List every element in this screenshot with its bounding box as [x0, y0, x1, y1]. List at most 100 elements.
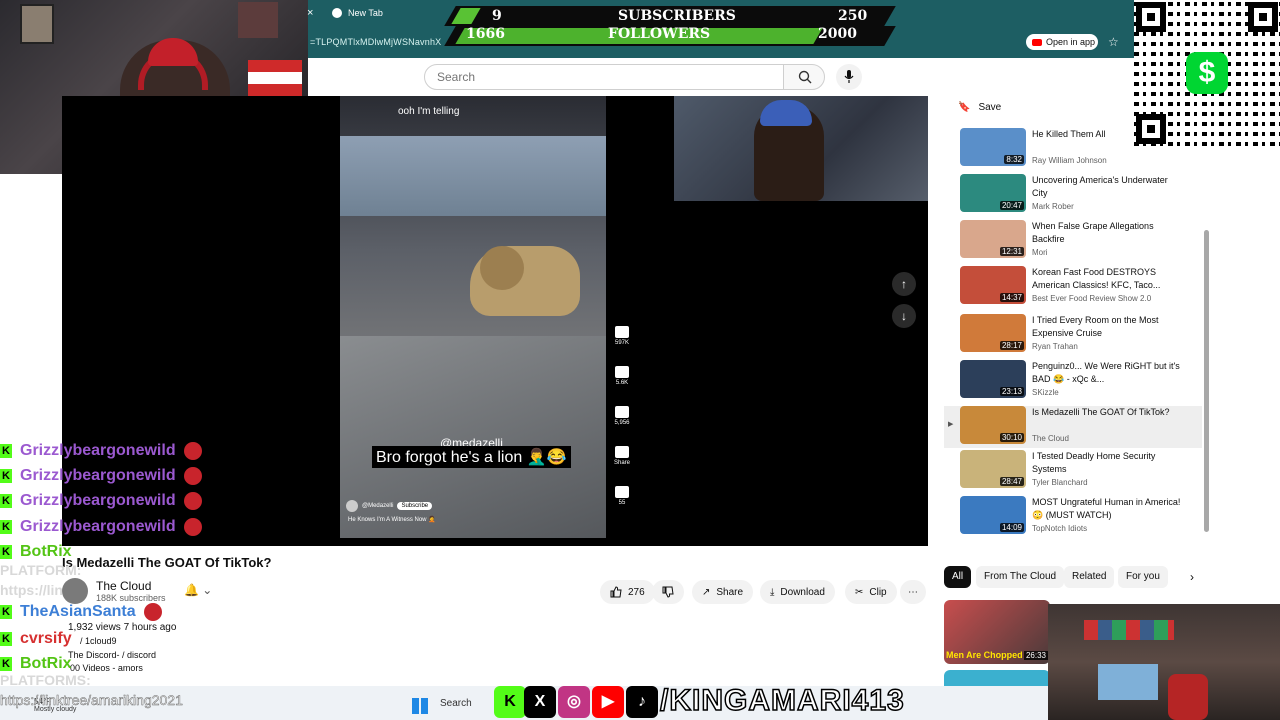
- video-duration: 20:47: [999, 201, 1024, 210]
- short-subscribe: Subscribe: [397, 502, 433, 510]
- video-title: Korean Fast Food DESTROYS American Class…: [1032, 267, 1161, 290]
- short-remix: 55: [610, 486, 634, 506]
- description-link[interactable]: The Discord- / discord: [68, 650, 156, 660]
- thumbnail-caption: Men Are Chopped: [946, 650, 1023, 660]
- chip-related[interactable]: Related: [1064, 566, 1115, 588]
- recommended-video[interactable]: 20:47 Uncovering America's Underwater Cit…: [960, 174, 1204, 216]
- wall-picture: [20, 4, 54, 44]
- windows-start-icon[interactable]: [412, 698, 428, 714]
- recommended-video[interactable]: 23:13 Penguinz0... We Were RiGHT but it's…: [960, 360, 1204, 402]
- followers-goal: 2000: [818, 26, 857, 42]
- video-thumbnail[interactable]: Men Are Chopped 26:33: [944, 600, 1050, 664]
- kick-badge-icon: K: [0, 632, 12, 646]
- short-description: He Knows I'm A Witness Now 🤦: [348, 517, 436, 523]
- share-icon: [615, 446, 629, 458]
- video-duration: 8:32: [1004, 155, 1024, 164]
- thumbs-down-icon: [615, 366, 629, 378]
- recommended-video[interactable]: ▶ 30:10 Is Medazelli The GOAT Of TikTok? Th…: [944, 406, 1202, 448]
- short-channel-name: @Medazelli: [362, 503, 394, 509]
- scrollbar[interactable]: [1204, 230, 1209, 532]
- chat-username: cvrsify: [20, 630, 72, 647]
- kick-badge-icon: K: [0, 605, 12, 619]
- short-comments: 5,956: [610, 406, 634, 426]
- chat-username: Grizzlybeargonewild: [20, 492, 176, 509]
- thumbnail-duration: 26:33: [1023, 651, 1048, 660]
- sub-goal-banner: 9 SUBSCRIBERS 250 1666 FOLLOWERS 2000: [444, 4, 900, 46]
- youtube-icon: [1032, 38, 1042, 46]
- kick-badge-icon: K: [0, 444, 12, 458]
- chat-username: TheAsianSanta: [20, 603, 136, 620]
- download-label: Download: [780, 586, 825, 598]
- channel-name: Tyler Blanchard: [1032, 478, 1088, 487]
- share-label: Share: [716, 586, 744, 598]
- share-icon: ↗: [702, 586, 711, 598]
- qr-finder: [1136, 2, 1166, 32]
- previous-video-button[interactable]: ↑: [892, 272, 916, 296]
- durag: [760, 100, 812, 126]
- followers-label: FOLLOWERS: [608, 26, 711, 42]
- chat-username: Grizzlybeargonewild: [20, 467, 176, 484]
- recommended-video[interactable]: 28:47 I Tested Deadly Home Security Syste…: [960, 450, 1204, 492]
- video-title: Is Medazelli The GOAT Of TikTok?: [62, 555, 272, 570]
- taskbar-search[interactable]: Search: [440, 698, 472, 709]
- video-thumbnail: 23:13: [960, 360, 1026, 398]
- close-tab-icon[interactable]: ×: [307, 7, 313, 19]
- chevron-right-icon[interactable]: ›: [1190, 570, 1194, 584]
- recommended-video[interactable]: 14:37 Korean Fast Food DESTROYS American …: [960, 266, 1204, 308]
- chat-message: K Grizzlybeargonewild: [0, 465, 202, 487]
- video-thumbnail: 30:10: [960, 406, 1026, 444]
- bell-icon[interactable]: 🔔 ⌄: [184, 583, 212, 597]
- open-in-app-button[interactable]: Open in app: [1026, 34, 1098, 50]
- star-icon[interactable]: ☆: [1108, 35, 1119, 49]
- channel-name[interactable]: The Cloud: [96, 579, 151, 593]
- save-button[interactable]: 🔖 Save: [958, 102, 1001, 113]
- like-button[interactable]: 276: [600, 580, 655, 604]
- now-playing-icon: ▶: [948, 421, 954, 428]
- linktree-url: https://linktree/amariking2021: [0, 692, 183, 709]
- remix-icon: [615, 486, 629, 498]
- video-thumbnail: 20:47: [960, 174, 1026, 212]
- open-in-app-label: Open in app: [1046, 37, 1096, 47]
- dislike-button[interactable]: [652, 580, 684, 604]
- recommended-video[interactable]: 28:17 I Tried Every Room on the Most Expe…: [960, 314, 1204, 356]
- voice-search-button[interactable]: [836, 64, 862, 90]
- share-button[interactable]: ↗ Share: [692, 580, 754, 604]
- recommended-video[interactable]: 8:32 He Killed Them All Ray William Johnso…: [960, 128, 1204, 170]
- instagram-icon: ◎: [558, 686, 590, 718]
- channel-name: Ray William Johnson: [1032, 156, 1107, 165]
- video-title: Penguinz0... We Were RiGHT but it's BAD …: [1032, 361, 1180, 384]
- room-webcam: [1048, 604, 1280, 720]
- video-title: When False Grape Allegations Backfire: [1032, 221, 1154, 244]
- search-input[interactable]: Search: [424, 64, 784, 90]
- more-actions-button[interactable]: ⋯: [900, 580, 926, 604]
- qr-finder: [1248, 2, 1278, 32]
- video-title: MOST Ungrateful Human in America! 😳 (MUS…: [1032, 497, 1181, 520]
- channel-name: Best Ever Food Review Show 2.0: [1032, 294, 1152, 303]
- next-video-button[interactable]: ↓: [892, 304, 916, 328]
- chip-from-the-cloud[interactable]: From The Cloud: [976, 566, 1065, 588]
- short-dislike: 5.6K: [610, 366, 634, 386]
- tab-title: New Tab: [348, 8, 383, 18]
- browser-tab[interactable]: New Tab: [332, 8, 383, 18]
- download-button[interactable]: ⤓ Download: [760, 580, 835, 604]
- chat-message: K BotRix: [0, 541, 72, 563]
- short-like: 597K: [610, 326, 634, 346]
- address-bar[interactable]: =TLPQMTlxMDlwMjWSNavnhX: [310, 37, 441, 47]
- recommended-video[interactable]: 14:09 MOST Ungrateful Human in America! 😳…: [960, 496, 1204, 538]
- chat-username: BotRix: [20, 543, 72, 560]
- emote-icon: [183, 518, 202, 536]
- video-title: I Tested Deadly Home Security Systems: [1032, 451, 1156, 474]
- search-button[interactable]: [783, 64, 825, 90]
- gaming-chair: [1168, 674, 1208, 720]
- description-link[interactable]: / 1cloud9: [80, 636, 117, 646]
- video-thumbnail: 8:32: [960, 128, 1026, 166]
- chat-ghost-text: PLATFORM:: [0, 562, 82, 578]
- recommended-video[interactable]: 12:31 When False Grape Allegations Backfi…: [960, 220, 1204, 262]
- video-title: I Tried Every Room on the Most Expensive…: [1032, 315, 1159, 338]
- video-duration: 12:31: [999, 247, 1024, 256]
- chip-all[interactable]: All: [944, 566, 972, 588]
- clip-button[interactable]: ✂ Clip: [845, 580, 897, 604]
- kick-icon: K: [494, 686, 526, 718]
- chip-for-you[interactable]: For you: [1118, 566, 1168, 588]
- chat-message: K Grizzlybeargonewild: [0, 490, 202, 512]
